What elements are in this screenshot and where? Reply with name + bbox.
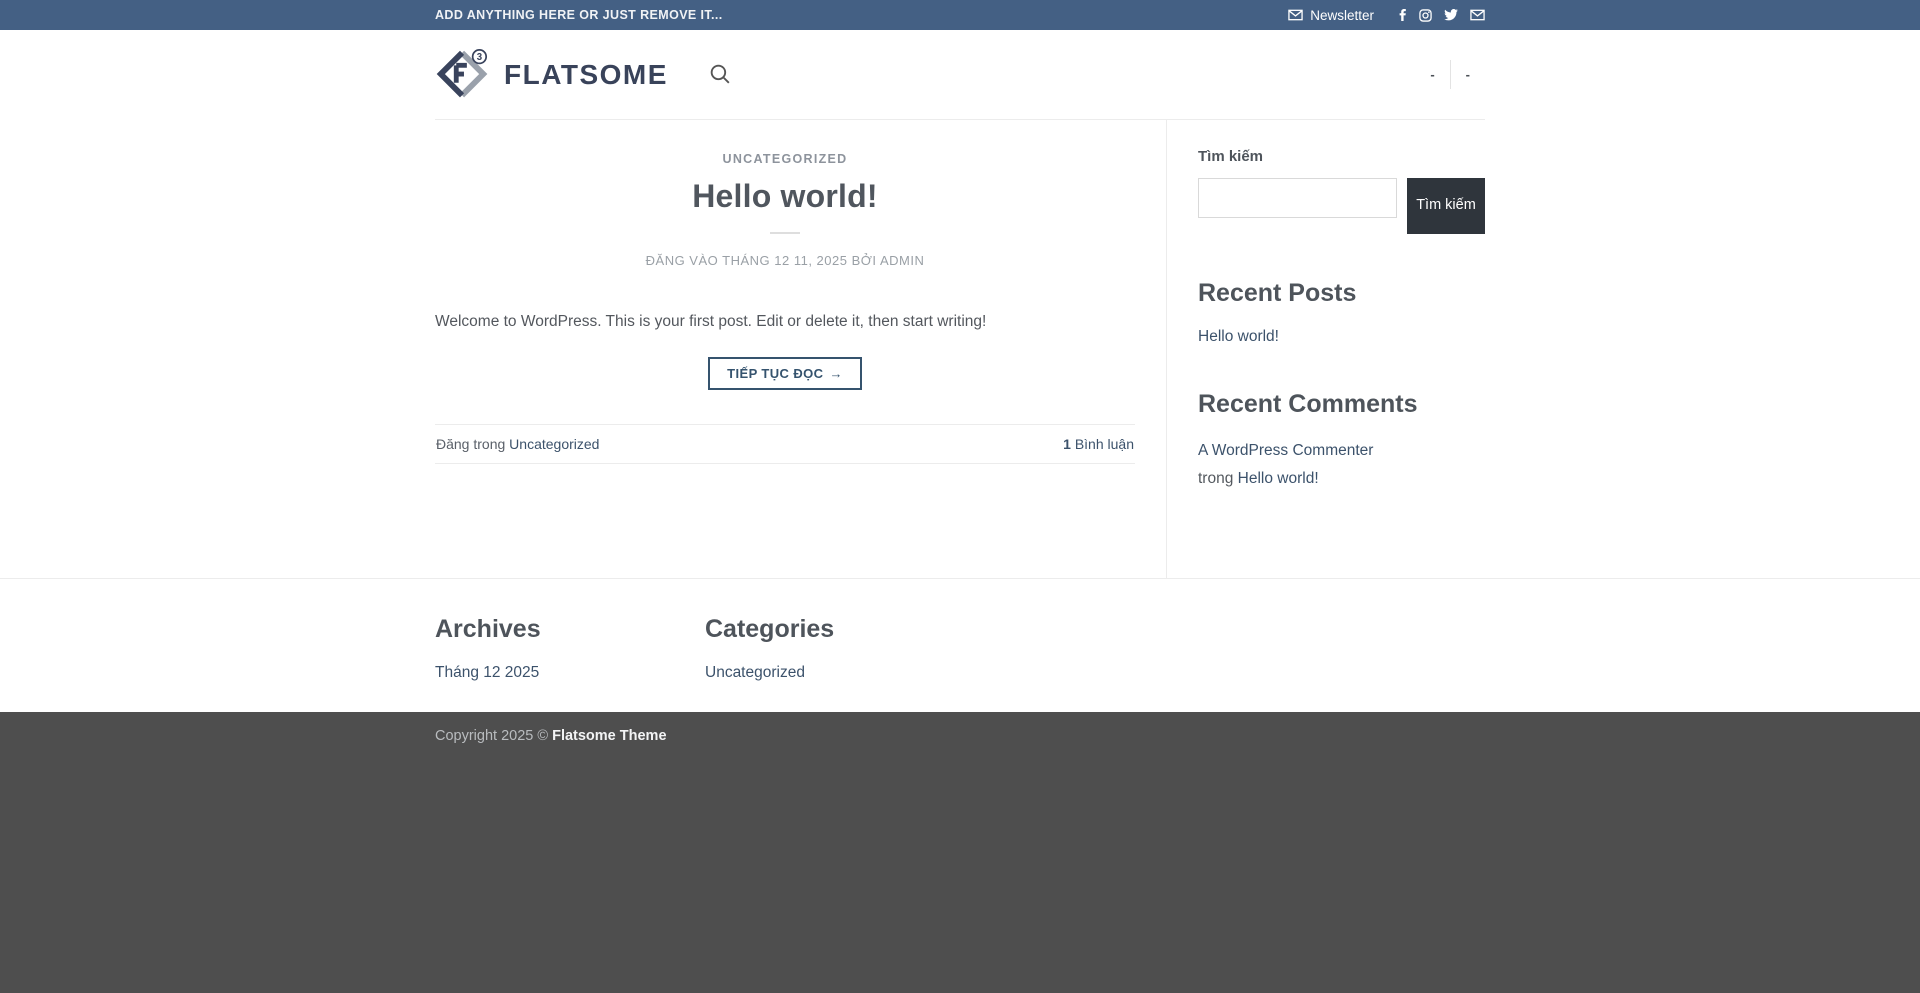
- twitter-icon: [1444, 9, 1458, 21]
- recent-post-item: Hello world!: [1198, 328, 1485, 346]
- read-more-button[interactable]: TIẾP TỤC ĐỌC →: [708, 356, 862, 390]
- post-date-link[interactable]: THÁNG 12 11, 2025: [722, 253, 847, 268]
- title-divider: [770, 232, 800, 234]
- categories-heading: Categories: [705, 615, 835, 643]
- mail-icon: [1288, 9, 1303, 21]
- footer-categories-col: Categories Uncategorized: [705, 615, 975, 682]
- comments-link[interactable]: 1 Bình luận: [1063, 436, 1134, 452]
- search-submit-button[interactable]: Tìm kiếm: [1407, 178, 1485, 234]
- flatsome-diamond-logo-icon: 3: [435, 47, 491, 103]
- post-article: UNCATEGORIZED Hello world! ĐĂNG VÀO THÁN…: [435, 120, 1135, 578]
- site-header: 3 FLATSOME - -: [0, 30, 1920, 120]
- logo-badge: 3: [477, 52, 483, 63]
- copyright-brand: Flatsome Theme: [552, 728, 667, 744]
- post-meta: ĐĂNG VÀO THÁNG 12 11, 2025 BỞI ADMIN: [435, 253, 1135, 268]
- post-meta-prefix: ĐĂNG VÀO: [645, 253, 719, 268]
- post-category: UNCATEGORIZED: [435, 150, 1135, 168]
- recent-comment-item: A WordPress Commenter trong Hello world!: [1198, 437, 1393, 494]
- archive-month-link[interactable]: Tháng 12 2025: [435, 664, 539, 681]
- read-more-label: TIẾP TỤC ĐỌC: [727, 365, 824, 381]
- search-form: Tìm kiếm: [1198, 178, 1485, 234]
- post-footer-meta: Đăng trong Uncategorized 1 Bình luận: [435, 423, 1135, 464]
- nav-item-2[interactable]: -: [1451, 67, 1485, 82]
- topbar-message: ADD ANYTHING HERE OR JUST REMOVE IT...: [435, 8, 723, 22]
- comments-count: 1: [1063, 435, 1071, 452]
- topbar-right: Newsletter: [1288, 8, 1485, 23]
- post-title: Hello world!: [435, 178, 1135, 215]
- post-excerpt: Welcome to WordPress. This is your first…: [435, 313, 987, 330]
- search-input[interactable]: [1198, 178, 1397, 218]
- copyright-text: Copyright 2025 © Flatsome Theme: [435, 728, 667, 744]
- logo-text: FLATSOME: [504, 58, 668, 90]
- newsletter-label: Newsletter: [1310, 7, 1374, 23]
- sidebar: Tìm kiếm Tìm kiếm Recent Posts Hello wor…: [1166, 120, 1485, 578]
- instagram-icon: [1419, 8, 1432, 22]
- comment-author-link[interactable]: A WordPress Commenter: [1198, 442, 1373, 459]
- posted-in: Đăng trong Uncategorized: [436, 436, 599, 452]
- post-category-link[interactable]: UNCATEGORIZED: [723, 152, 848, 166]
- arrow-right-icon: →: [829, 365, 843, 381]
- topbar: ADD ANYTHING HERE OR JUST REMOVE IT... N…: [0, 0, 1920, 30]
- social-links: [1398, 8, 1485, 22]
- twitter-link[interactable]: [1444, 9, 1458, 21]
- copyright-bar: Copyright 2025 © Flatsome Theme: [0, 712, 1920, 993]
- recent-posts-heading: Recent Posts: [1198, 278, 1357, 307]
- comment-connector: trong: [1198, 470, 1234, 488]
- footer-widgets: Archives Tháng 12 2025 Categories Uncate…: [0, 578, 1920, 712]
- posted-in-category-link[interactable]: Uncategorized: [509, 436, 599, 452]
- recent-post-link[interactable]: Hello world!: [1198, 328, 1279, 345]
- search-icon: [708, 62, 733, 87]
- header-nav: - -: [1415, 60, 1485, 89]
- footer-category-link[interactable]: Uncategorized: [705, 664, 805, 681]
- comment-post-link[interactable]: Hello world!: [1238, 470, 1319, 487]
- footer-archives-col: Archives Tháng 12 2025: [435, 615, 705, 682]
- email-link[interactable]: [1470, 9, 1485, 21]
- post-author-link[interactable]: ADMIN: [880, 253, 924, 268]
- read-more-wrap: TIẾP TỤC ĐỌC →: [435, 356, 1135, 390]
- facebook-icon: [1398, 8, 1407, 22]
- facebook-link[interactable]: [1398, 8, 1407, 22]
- email-icon: [1470, 9, 1485, 21]
- main-area: UNCATEGORIZED Hello world! ĐĂNG VÀO THÁN…: [0, 120, 1920, 578]
- post-meta-by: BỞI: [851, 253, 877, 268]
- search-widget-title: Tìm kiếm: [1198, 148, 1264, 165]
- comments-label: Bình luận: [1074, 435, 1134, 452]
- post-title-link[interactable]: Hello world!: [692, 178, 878, 214]
- copyright-prefix: Copyright 2025 ©: [435, 728, 549, 744]
- instagram-link[interactable]: [1419, 8, 1432, 22]
- archives-heading: Archives: [435, 615, 541, 643]
- nav-item-1[interactable]: -: [1415, 67, 1449, 82]
- posted-in-label: Đăng trong: [436, 435, 506, 452]
- flatsome-logo[interactable]: 3 FLATSOME: [435, 47, 668, 103]
- newsletter-link[interactable]: Newsletter: [1288, 8, 1374, 23]
- recent-comments-heading: Recent Comments: [1198, 389, 1418, 418]
- search-toggle-button[interactable]: [708, 62, 733, 87]
